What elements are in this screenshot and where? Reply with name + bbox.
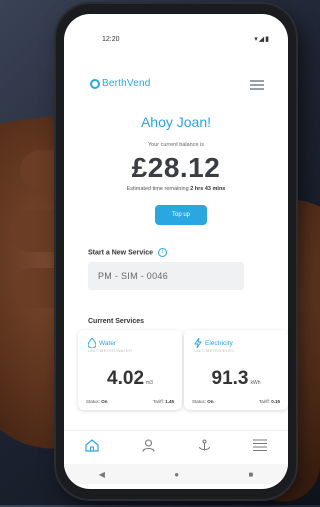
electricity-unit: kWh xyxy=(250,380,261,386)
electricity-tariff: Tariff: 0.15 xyxy=(259,399,280,404)
new-service-title: Start a New Service i xyxy=(88,248,167,257)
electricity-reading: 91.3 kWh xyxy=(184,368,288,390)
electricity-card-label: Electricity xyxy=(205,339,233,347)
water-reading: 4.02 m3 xyxy=(78,368,182,390)
time-remaining-label: Estimated time remaining xyxy=(126,186,189,192)
water-unit: m3 xyxy=(146,380,153,386)
electricity-status: Status: On xyxy=(192,399,214,404)
nav-list[interactable] xyxy=(250,435,270,455)
water-drop-icon xyxy=(88,338,96,348)
electricity-service-card[interactable]: Electricity UNIT/METER/ELEC 91.3 kWh Stat… xyxy=(184,330,288,410)
water-service-card[interactable]: Water UNIT/METER/WATER 4.02 m3 Status: On… xyxy=(78,330,182,410)
water-card-label: Water xyxy=(99,339,117,347)
bottom-nav xyxy=(64,430,288,459)
home-icon xyxy=(85,438,99,452)
balance-caption: Your current balance is xyxy=(147,142,205,148)
nav-berth[interactable] xyxy=(194,435,214,455)
home-system-icon[interactable]: ● xyxy=(174,470,179,479)
user-icon xyxy=(141,438,155,452)
water-reading-value: 4.02 xyxy=(107,368,145,389)
list-icon xyxy=(253,439,267,451)
service-code-input[interactable] xyxy=(88,262,244,290)
info-icon[interactable]: i xyxy=(157,248,167,257)
current-services-title: Current Services xyxy=(88,318,145,325)
new-service-title-text: Start a New Service xyxy=(88,249,153,257)
electricity-card-footer: Status: On Tariff: 0.15 xyxy=(192,399,280,404)
electricity-reading-value: 91.3 xyxy=(211,368,249,389)
anchor-icon xyxy=(198,439,210,450)
water-card-title: Water xyxy=(88,338,116,348)
nav-profile[interactable] xyxy=(138,435,158,455)
water-card-footer: Status: On Tariff: 1.45 xyxy=(86,399,174,404)
balance-amount: £28.12 xyxy=(131,152,221,183)
water-status: Status: On xyxy=(86,399,108,404)
time-remaining: Estimated time remaining 2 hrs 43 mins xyxy=(64,186,288,192)
nav-home[interactable] xyxy=(82,435,102,455)
back-icon[interactable]: ◀ xyxy=(99,470,105,479)
system-nav: ◀ ● ■ xyxy=(64,464,288,484)
electricity-card-title: Electricity xyxy=(194,338,233,348)
electricity-card-sub: UNIT/METER/ELEC xyxy=(194,348,235,353)
top-up-button[interactable]: Top up xyxy=(155,205,207,225)
greeting: Ahoy Joan! xyxy=(140,114,212,130)
water-card-sub: UNIT/METER/WATER xyxy=(88,348,133,353)
recents-icon[interactable]: ■ xyxy=(248,470,253,479)
water-tariff: Tariff: 1.45 xyxy=(153,399,174,404)
time-remaining-value: 2 hrs 43 mins xyxy=(190,186,226,192)
lightning-icon xyxy=(194,338,202,348)
